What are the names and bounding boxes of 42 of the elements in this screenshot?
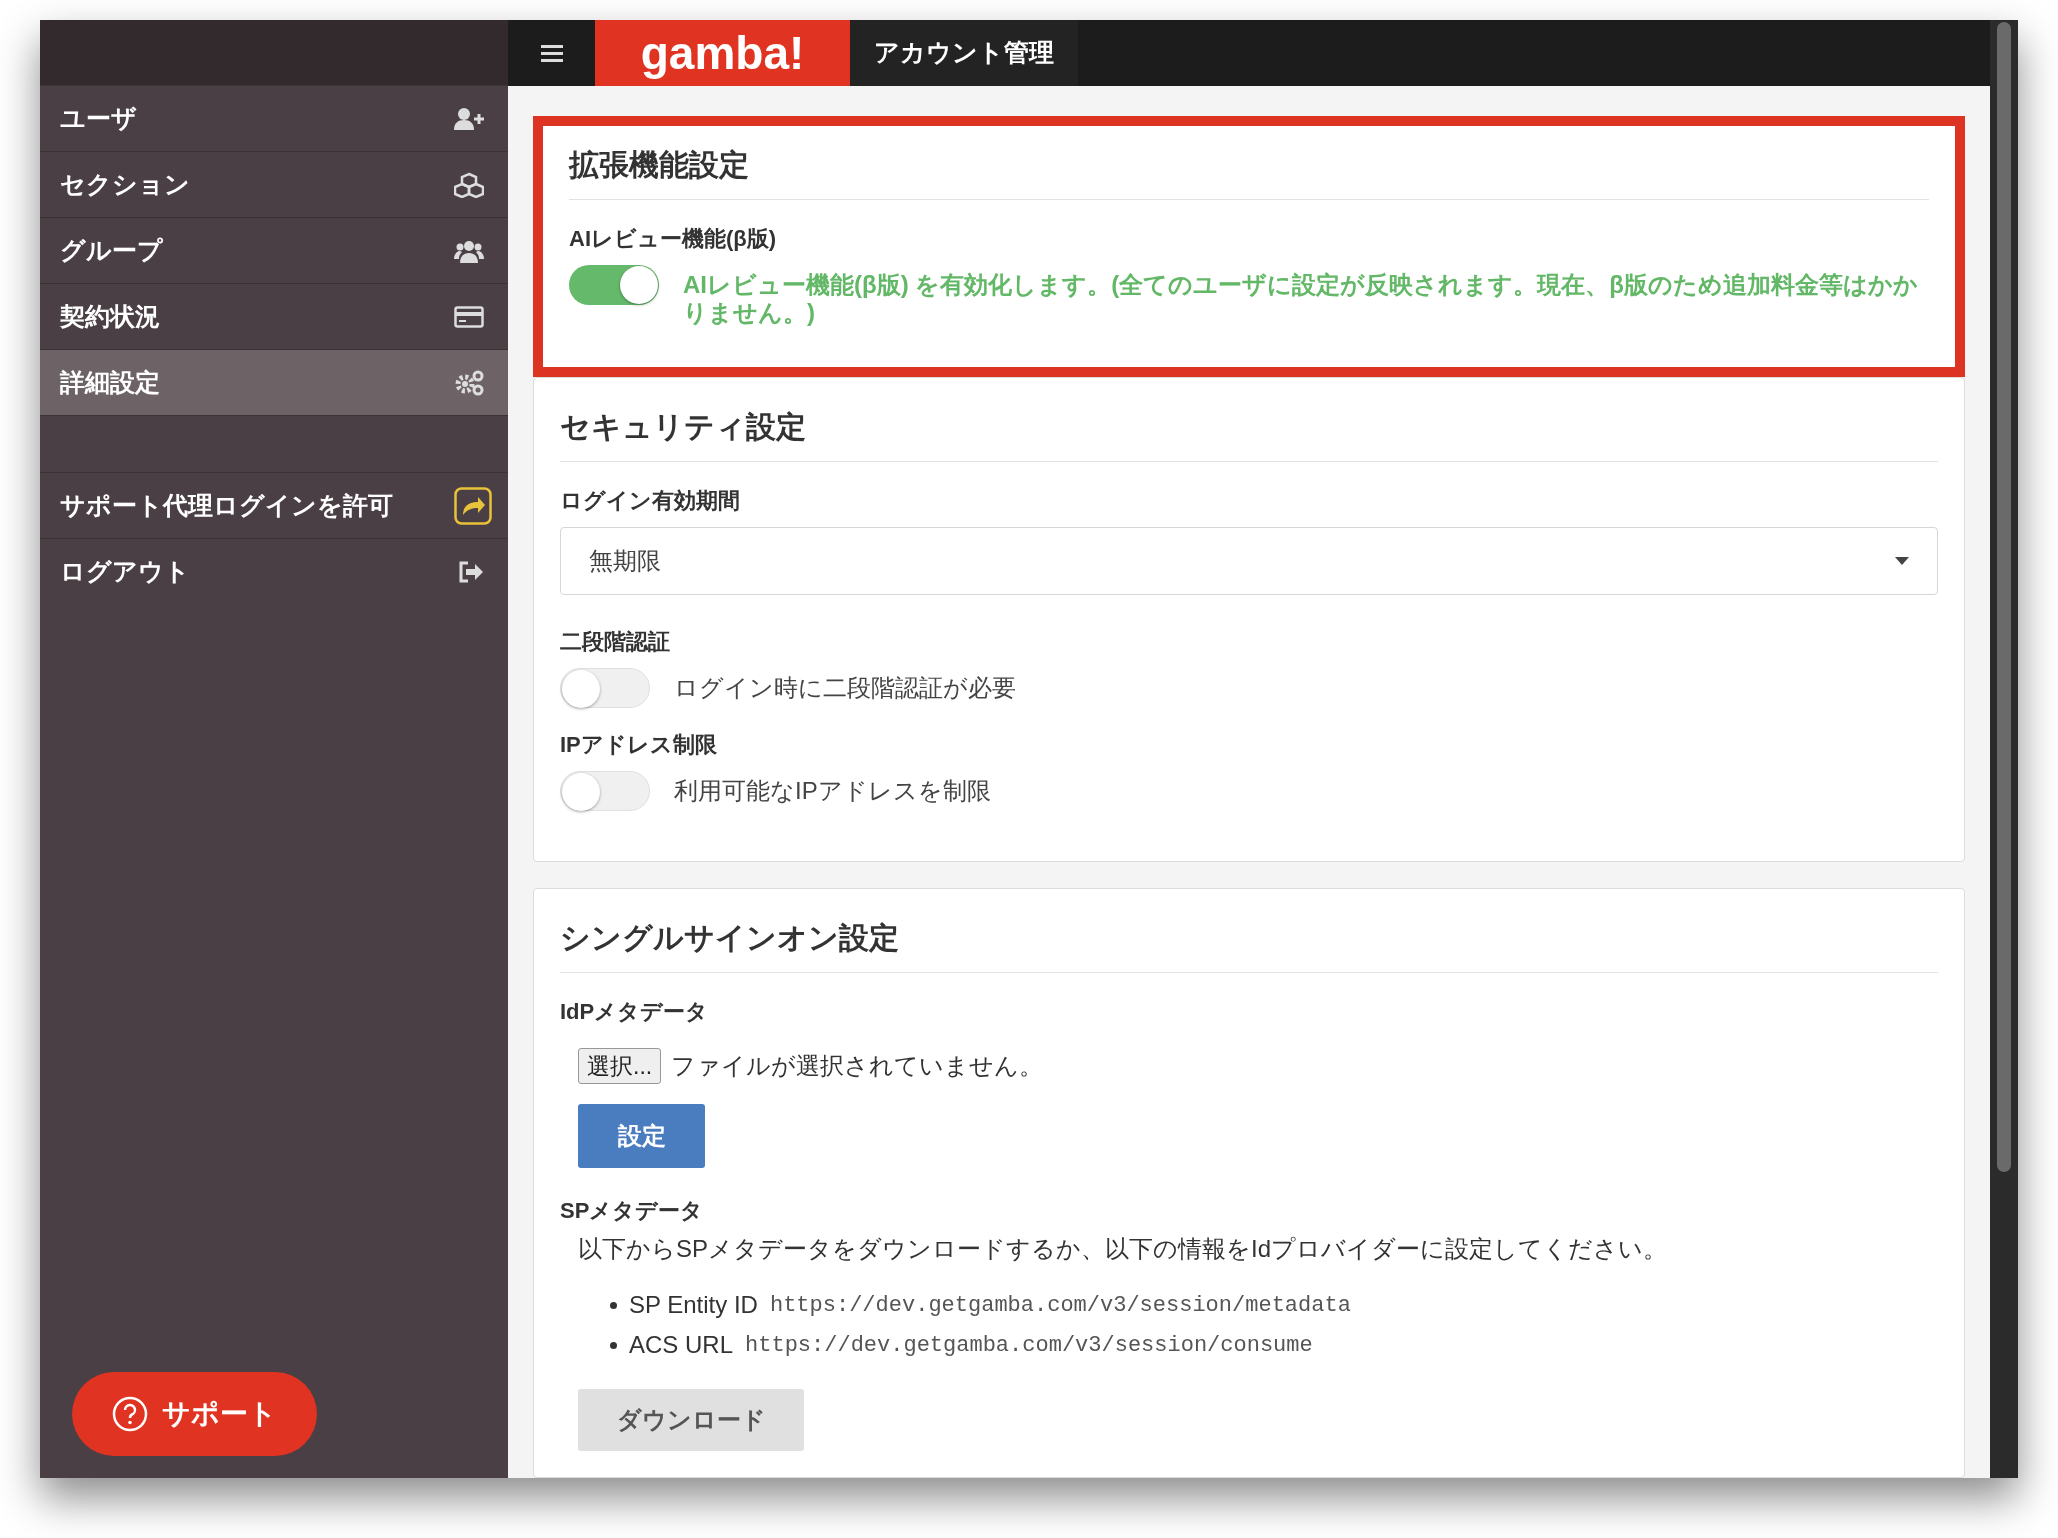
users-icon: [454, 238, 484, 263]
field-label: IPアドレス制限: [560, 731, 718, 759]
metadata-term: SP Entity ID: [629, 1290, 758, 1320]
file-status: ファイルが選択されていません。: [671, 1051, 1044, 1081]
user-plus-icon: [454, 106, 484, 131]
gears-icon: [454, 369, 484, 396]
support-button[interactable]: サポート: [72, 1372, 317, 1456]
metadata-url: https://dev.getgamba.com/v3/session/consume: [745, 1331, 1313, 1360]
select-field[interactable]: 無期限: [560, 527, 1938, 595]
section-title: 拡張機能設定: [569, 142, 1929, 200]
field-label: AIレビュー機能(β版): [569, 225, 778, 253]
toggle-switch[interactable]: [560, 668, 650, 708]
bullet-icon: [610, 1301, 617, 1309]
field-label: IdPメタデータ: [560, 998, 710, 1026]
toggle-switch[interactable]: [560, 771, 650, 811]
sidebar-item[interactable]: ログアウト: [40, 538, 508, 604]
metadata-term: ACS URL: [629, 1330, 734, 1360]
sign-out-icon: [458, 560, 484, 583]
section-title: セキュリティ設定: [560, 404, 1938, 462]
share-icon: [454, 486, 492, 525]
bullet-icon: [610, 1341, 617, 1349]
download-button[interactable]: ダウンロード: [578, 1389, 804, 1451]
toggle-description: ログイン時に二段階認証が必要: [674, 673, 1016, 702]
toggle-switch[interactable]: [569, 265, 659, 305]
field-label: 二段階認証: [560, 628, 671, 656]
description-text: 以下からSPメタデータをダウンロードするか、以下の情報をIdプロバイダーに設定してください。: [577, 1234, 1669, 1264]
file-choose-button[interactable]: 選択...: [578, 1048, 662, 1084]
credit-card-icon: [454, 305, 484, 328]
sidebar-item[interactable]: 詳細設定: [40, 350, 508, 416]
page-title: アカウント管理: [850, 20, 1078, 86]
submit-button[interactable]: 設定: [578, 1104, 705, 1168]
field-label: ログイン有効期間: [560, 487, 741, 515]
caret-icon: [1895, 557, 1909, 565]
toggle-description: AIレビュー機能(β版) を有効化します。(全てのユーザに設定が反映されます。現在、β版のため追加料金等はかかりません。): [683, 270, 1919, 327]
field-label: SPメタデータ: [560, 1197, 705, 1225]
cubes-icon: [454, 171, 484, 198]
help-icon: [112, 1396, 148, 1432]
sidebar-item[interactable]: サポート代理ログインを許可: [40, 472, 508, 538]
logo[interactable]: gamba!: [595, 20, 850, 86]
metadata-url: https://dev.getgamba.com/v3/session/metadata: [769, 1291, 1351, 1320]
toggle-description: 利用可能なIPアドレスを制限: [674, 776, 991, 805]
section-title: シングルサインオン設定: [560, 915, 1938, 973]
